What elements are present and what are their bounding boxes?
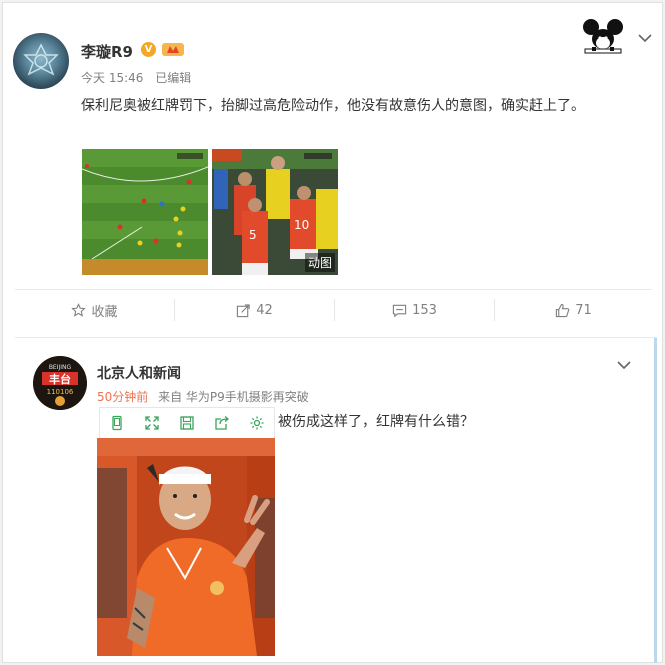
gear-icon[interactable] <box>249 415 265 431</box>
comment-photo[interactable] <box>97 438 275 656</box>
comment-source[interactable]: 来自 华为P9手机摄影再突破 <box>158 390 309 404</box>
comment-meta: 50分钟前 来自 华为P9手机摄影再突破 <box>97 388 309 405</box>
weibo-feed: 李璇R9 V 今天 15:46 已编辑 保利尼奥被红牌罚下，抬脚过高危险动作，他… <box>2 2 663 663</box>
commenter-avatar[interactable]: BEIJING 丰台 110106 <box>33 356 87 410</box>
avatar-text-mid: 丰台 <box>49 372 71 386</box>
expand-icon[interactable] <box>144 415 160 431</box>
phone-icon[interactable] <box>109 415 125 431</box>
avatar-text-top: BEIJING <box>49 364 72 371</box>
comment-text: 被伤成这样了，红牌有什么错？ <box>278 414 474 430</box>
repost-icon <box>237 303 250 317</box>
post-meta: 今天 15:46 已编辑 <box>81 69 199 86</box>
mickey-icon <box>583 19 623 54</box>
scroll-accent <box>654 338 657 663</box>
save-icon[interactable] <box>179 415 195 431</box>
verified-badge: V <box>141 42 156 57</box>
like-count: 71 <box>575 302 592 318</box>
like-button[interactable]: 71 <box>495 290 652 330</box>
star-icon <box>71 302 87 317</box>
svg-text:5: 5 <box>249 228 257 242</box>
favorite-button[interactable]: 收藏 <box>15 290 174 330</box>
comment-icon <box>392 304 407 317</box>
share-icon[interactable] <box>214 415 230 431</box>
gif-tag: 动图 <box>304 253 335 272</box>
post-image-1[interactable] <box>82 149 208 275</box>
favorite-label: 收藏 <box>91 304 118 320</box>
chevron-down-icon[interactable] <box>616 360 632 370</box>
comment-time[interactable]: 50分钟前 <box>97 390 148 404</box>
avatar-text-bottom: 110106 <box>47 388 74 396</box>
post-action-bar: 收藏 42 153 71 <box>15 289 652 329</box>
like-icon <box>556 303 570 317</box>
edited-label: 已编辑 <box>155 71 192 85</box>
post-text: 保利尼奥被红牌罚下，抬脚过高危险动作，他没有故意伤人的意图，确实赶上了。 <box>81 98 585 114</box>
svg-text:10: 10 <box>294 218 309 232</box>
repost-count: 42 <box>256 302 273 318</box>
post-time[interactable]: 今天 15:46 <box>81 71 143 85</box>
author-avatar[interactable] <box>13 33 69 89</box>
chevron-down-icon[interactable] <box>637 33 653 43</box>
repost-button[interactable]: 42 <box>175 290 334 330</box>
image-toolbar <box>99 407 275 439</box>
post-image-2[interactable]: 5 10 动图 <box>212 149 338 275</box>
comment-post: BEIJING 丰台 110106 北京人和新闻 50分钟前 来自 华为P9手机… <box>15 337 657 663</box>
author-name[interactable]: 李璇R9 <box>81 41 133 62</box>
comment-count: 153 <box>412 302 437 318</box>
level-badge-icon <box>162 43 184 56</box>
weibo-post: 李璇R9 V 今天 15:46 已编辑 保利尼奥被红牌罚下，抬脚过高危险动作，他… <box>3 3 662 329</box>
commenter-name[interactable]: 北京人和新闻 <box>97 363 181 383</box>
comment-button[interactable]: 153 <box>335 290 494 330</box>
